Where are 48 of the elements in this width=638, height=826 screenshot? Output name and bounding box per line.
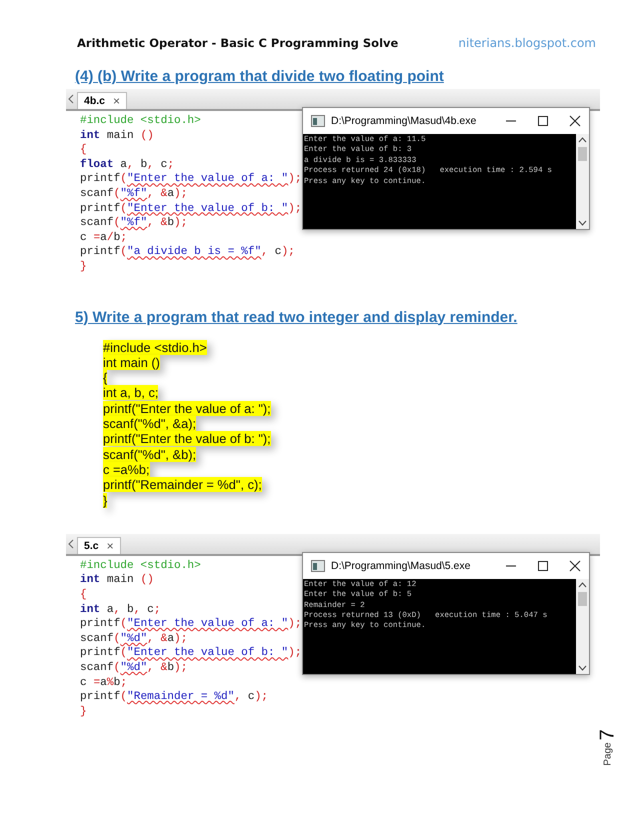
scroll-up-icon[interactable] [578,582,587,588]
window-title: D:\Programming\Masud\5.exe [331,560,472,572]
file-tab[interactable]: 4b.c × [77,92,128,109]
code-line: scanf("%f", &b); [80,216,188,231]
chevron-left-icon[interactable] [68,538,74,549]
code-line: float a, b, c; [80,158,174,172]
close-icon[interactable] [569,560,581,572]
code-line: scanf("%d", &a); [80,632,188,646]
maximize-icon[interactable] [537,560,549,572]
code-line: c =a%b; [80,676,128,690]
code-line: } [80,260,87,275]
window-icon [311,115,325,127]
section-heading: 5) Write a program that read two integer and display reminder. [75,308,518,326]
section-heading: (4) (b) Write a program that divide two floating point [75,68,445,85]
header-site: niterians.blogspot.com [458,36,596,50]
page-number: 7 [596,729,620,740]
code-line: int main () [80,128,154,144]
code-line: int main () [80,573,154,588]
code-line: { [80,588,87,603]
scrollbar[interactable] [576,578,589,674]
scroll-thumb[interactable] [578,592,587,606]
page-label: Page [602,742,614,766]
header-title: Arithmetic Operator - Basic C Programming Solve [77,36,398,50]
code-line: #include <stdio.h> [80,114,201,129]
scroll-down-icon[interactable] [578,220,587,226]
code-line: { [80,143,87,158]
scroll-down-icon[interactable] [578,664,587,671]
window-title: D:\Programming\Masud\4b.exe [331,115,478,127]
code-line: c =a/b; [80,230,128,246]
code-line: printf("Remainder = %d", c); [80,690,268,705]
code-line: printf("Enter the value of a: "); [80,172,302,187]
code-line: printf("Enter the value of b: "); [80,202,302,216]
file-tab[interactable]: 5.c × [77,536,121,554]
code-line: printf("Enter the value of b: "); [80,646,302,661]
close-icon[interactable] [569,115,581,127]
code-line: scanf("%d", &b); [80,660,188,676]
code-line: scanf("%f", &a); [80,186,188,202]
scroll-up-icon[interactable] [578,137,587,143]
scroll-thumb[interactable] [578,147,587,161]
code-line: printf("Enter the value of a: "); [80,617,302,632]
chevron-left-icon[interactable] [68,94,74,104]
code-line: } [80,704,87,720]
window-icon [311,560,325,572]
scrollbar[interactable] [576,134,589,229]
code-line: printf("a divide b is = %f", c); [80,245,295,260]
maximize-icon[interactable] [537,115,549,127]
code-line: #include <stdio.h> [80,558,201,574]
code-line: int a, b, c; [80,602,161,618]
